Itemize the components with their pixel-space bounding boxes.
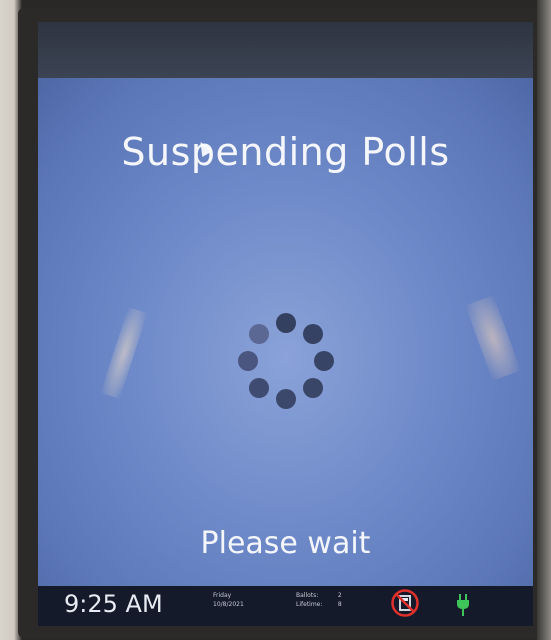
loading-spinner-icon <box>238 313 334 409</box>
clock-time: 9:25 AM <box>64 590 163 618</box>
spinner-dot <box>314 351 334 371</box>
ballots-count: 2 <box>337 592 342 599</box>
photo-background: Suspending Polls Please wait 9:25 AM Fri… <box>0 0 551 640</box>
spinner-dot <box>249 324 269 344</box>
spinner-dot <box>303 378 323 398</box>
status-message: Please wait <box>200 526 371 561</box>
glare-reflection <box>465 295 521 381</box>
no-card-icon <box>391 589 419 617</box>
device-edge <box>537 0 551 640</box>
lifetime-label: Lifetime: <box>296 601 323 608</box>
spinner-dot <box>276 389 296 409</box>
voting-machine-screen: Suspending Polls Please wait 9:25 AM Fri… <box>38 22 533 626</box>
day-label: Friday <box>213 592 232 599</box>
date-display: Friday 10/8/2021 <box>213 591 244 609</box>
spinner-dot <box>303 324 323 344</box>
status-bar: 9:25 AM Friday 10/8/2021 Ballots: 2 Life… <box>38 586 533 626</box>
spinner-dot <box>238 351 258 371</box>
lifetime-count: 8 <box>337 601 342 608</box>
page-title: Suspending Polls <box>121 130 450 174</box>
screen-top-bar <box>38 22 533 78</box>
ballots-label: Ballots: <box>296 592 319 599</box>
glare-reflection <box>100 307 148 399</box>
spinner-dot <box>249 378 269 398</box>
ballot-counters: Ballots: 2 Lifetime: 8 <box>296 591 342 609</box>
power-plug-icon <box>457 594 469 616</box>
spinner-dot <box>276 313 296 333</box>
main-panel: Suspending Polls Please wait <box>38 78 533 586</box>
date-label: 10/8/2021 <box>213 601 244 608</box>
